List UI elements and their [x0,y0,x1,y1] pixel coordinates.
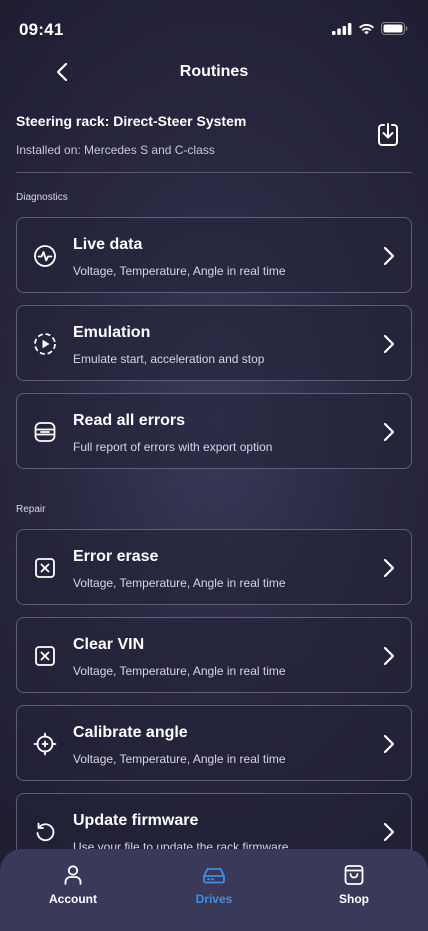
chevron-right-icon [383,558,395,578]
routine-card-emulation[interactable]: Emulation Emulate start, acceleration an… [16,305,412,381]
rack-info: Steering rack: Direct-Steer System Insta… [16,112,412,172]
routine-card-live-data[interactable]: Live data Voltage, Temperature, Angle in… [16,217,412,293]
chevron-right-icon [383,822,395,842]
routine-card-read-all-errors[interactable]: Read all errors Full report of errors wi… [16,393,412,469]
page-title: Routines [179,63,249,80]
routine-card-clear-vin[interactable]: Clear VIN Voltage, Temperature, Angle in… [16,617,412,693]
pulse-icon [34,245,56,267]
card-title: Clear VIN [73,636,145,653]
status-bar: 09:41 [0,0,428,58]
bottom-tab-bar: Account Drives Shop [0,849,428,931]
chevron-right-icon [383,646,395,666]
tab-label: Account [49,892,97,906]
shopping-bag-icon [344,865,364,885]
drive-icon [203,868,225,884]
download-icon [378,123,398,146]
chevron-right-icon [383,422,395,442]
tab-label: Drives [195,892,233,906]
card-description: Voltage, Temperature, Angle in real time [73,752,286,766]
tab-label: Shop [339,892,369,906]
signal-icon [332,22,352,35]
card-description: Emulate start, acceleration and stop [73,352,265,366]
card-description: Voltage, Temperature, Angle in real time [73,664,286,678]
divider [16,172,412,173]
rack-title: Steering rack: Direct-Steer System [16,113,247,129]
chevron-right-icon [383,246,395,266]
status-time: 09:41 [19,20,64,39]
card-title: Update firmware [73,812,199,829]
card-description: Full report of errors with export option [73,440,273,454]
play-circle-icon [34,333,56,355]
crosshair-icon [33,732,57,756]
card-description: Voltage, Temperature, Angle in real time [73,576,286,590]
rack-installed-on: Installed on: Mercedes S and C-class [16,143,215,157]
battery-icon [381,22,408,35]
chevron-right-icon [383,334,395,354]
download-button[interactable] [376,122,400,148]
card-description: Voltage, Temperature, Angle in real time [73,264,286,278]
section-label-repair: Repair [16,504,46,515]
routine-card-error-erase[interactable]: Error erase Voltage, Temperature, Angle … [16,529,412,605]
refresh-icon [36,822,55,842]
user-icon [64,865,82,885]
section-label-diagnostics: Diagnostics [16,192,68,203]
chevron-right-icon [383,734,395,754]
status-icons [332,22,408,35]
card-title: Error erase [73,548,159,565]
routine-card-calibrate-angle[interactable]: Calibrate angle Voltage, Temperature, An… [16,705,412,781]
tab-account[interactable]: Account [28,863,118,906]
x-box-icon [35,646,55,666]
card-title: Read all errors [73,412,186,429]
card-title: Calibrate angle [73,724,188,741]
list-icon [34,422,56,442]
tab-drives[interactable]: Drives [169,863,259,906]
tab-shop[interactable]: Shop [309,863,399,906]
x-box-icon [35,558,55,578]
card-title: Emulation [73,324,151,341]
nav-header: Routines [0,56,428,90]
card-title: Live data [73,236,143,253]
wifi-icon [359,23,374,34]
